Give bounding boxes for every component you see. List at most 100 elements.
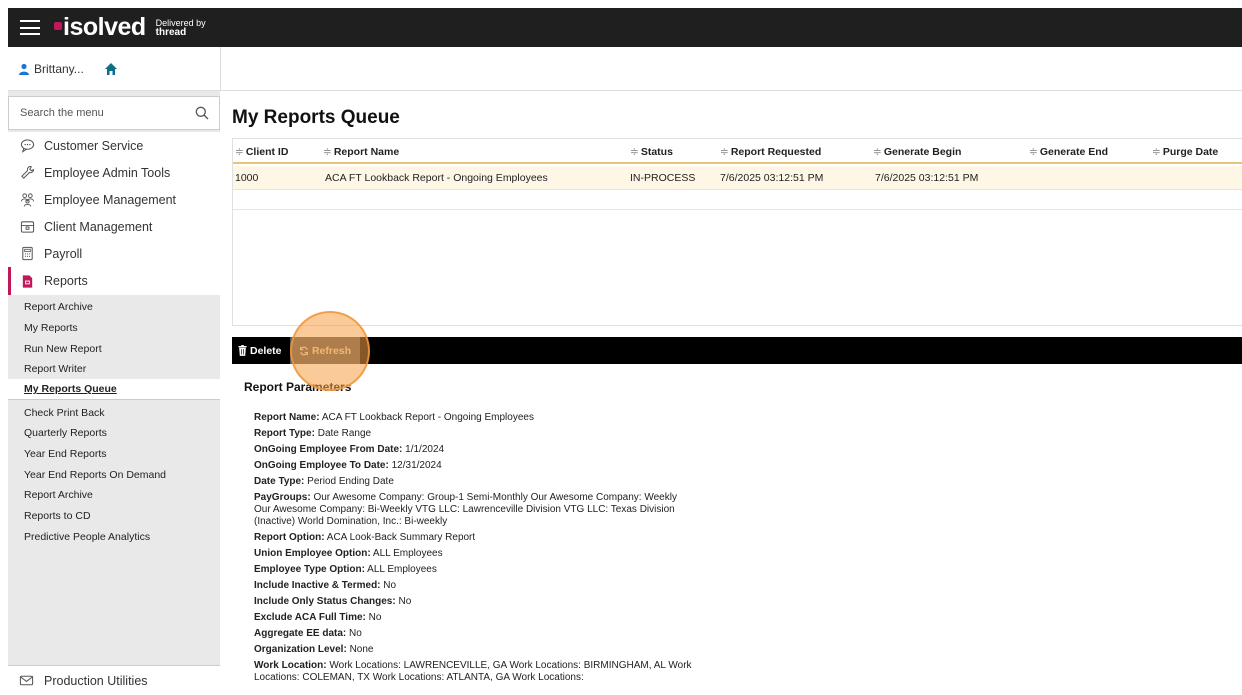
isolved-logo[interactable]: isolved <box>54 13 146 42</box>
parameter-label: Exclude ACA Full Time: <box>254 612 366 623</box>
parameter-value: Our Awesome Company: Group-1 Semi-Monthl… <box>254 492 677 527</box>
parameter-row: Report Type: Date Range <box>254 428 694 440</box>
delete-button[interactable]: Delete <box>238 337 282 364</box>
delivered-by-label: Delivered by <box>155 17 206 28</box>
user-icon <box>19 63 29 75</box>
cell-report-requested: 7/6/2025 03:12:51 PM <box>720 172 824 184</box>
parameter-value: ACA FT Lookback Report - Ongoing Employe… <box>321 412 534 423</box>
hamburger-menu-icon[interactable] <box>20 20 40 35</box>
parameter-label: Work Location: <box>254 660 327 671</box>
page-title: My Reports Queue <box>232 107 400 128</box>
parameter-value: No <box>383 580 397 591</box>
parameter-label: Include Only Status Changes: <box>254 596 396 607</box>
envelope-icon <box>19 673 35 689</box>
parameter-label: OnGoing Employee From Date: <box>254 444 403 455</box>
trash-icon <box>238 345 247 356</box>
home-icon[interactable] <box>104 62 118 76</box>
parameter-label: Union Employee Option: <box>254 548 371 559</box>
sidebar-item-employee-admin-tools[interactable]: Employee Admin Tools <box>8 159 220 186</box>
parameter-label: Include Inactive & Termed: <box>254 580 381 591</box>
parameter-row: OnGoing Employee To Date: 12/31/2024 <box>254 460 694 472</box>
logo-mark-icon <box>54 21 62 30</box>
sidebar: Search the menu Customer Service Employe… <box>8 91 220 695</box>
parameter-label: Organization Level: <box>254 644 347 655</box>
user-name[interactable]: Brittany... <box>34 62 84 76</box>
parameter-value: No <box>398 596 412 607</box>
search-icon[interactable] <box>195 106 209 120</box>
sort-icon: ≑ <box>873 146 882 158</box>
sort-icon: ≑ <box>1152 146 1161 158</box>
sort-icon: ≑ <box>1029 146 1038 158</box>
column-header-status[interactable]: ≑ Status <box>630 146 673 158</box>
sidebar-item-label: Client Management <box>44 219 153 234</box>
parameter-value: 1/1/2024 <box>405 444 445 455</box>
submenu-item-check-print-back[interactable]: Check Print Back <box>8 402 220 423</box>
sort-icon: ≑ <box>720 146 729 158</box>
delete-label: Delete <box>250 344 282 357</box>
parameter-value: None <box>349 644 374 655</box>
column-header-generate-end[interactable]: ≑ Generate End <box>1029 146 1108 158</box>
column-header-purge-date[interactable]: ≑ Purge Date <box>1152 146 1218 158</box>
sidebar-item-label: Customer Service <box>44 138 144 153</box>
sort-icon: ≑ <box>235 146 244 158</box>
parameter-value: Period Ending Date <box>307 476 394 487</box>
sidebar-item-label: Employee Management <box>44 192 177 207</box>
parameter-row: PayGroups: Our Awesome Company: Group-1 … <box>254 492 694 528</box>
submenu-item-predictive-people-analytics[interactable]: Predictive People Analytics <box>8 526 220 547</box>
sidebar-item-payroll[interactable]: Payroll <box>8 240 220 267</box>
column-header-generate-begin[interactable]: ≑ Generate Begin <box>873 146 961 158</box>
sidebar-item-employee-management[interactable]: Employee Management <box>8 186 220 213</box>
submenu-item-report-archive-2[interactable]: Report Archive <box>8 484 220 505</box>
submenu-item-year-end-reports[interactable]: Year End Reports <box>8 443 220 464</box>
submenu-item-reports-to-cd[interactable]: Reports to CD <box>8 505 220 526</box>
submenu-item-run-new-report[interactable]: Run New Report <box>8 338 220 359</box>
sidebar-item-label: Production Utilities <box>44 673 148 688</box>
submenu-item-my-reports-queue[interactable]: My Reports Queue <box>8 379 220 400</box>
parameter-row: Organization Level: None <box>254 644 694 656</box>
refresh-button[interactable]: Refresh <box>290 337 360 364</box>
cell-report-name: ACA FT Lookback Report - Ongoing Employe… <box>325 172 548 184</box>
table-row[interactable]: 1000 ACA FT Lookback Report - Ongoing Em… <box>233 166 1242 190</box>
parameter-value: No <box>349 628 362 639</box>
sidebar-item-client-management[interactable]: Client Management <box>8 213 220 240</box>
parameter-row: Report Option: ACA Look-Back Summary Rep… <box>254 532 694 544</box>
submenu-item-quarterly-reports[interactable]: Quarterly Reports <box>8 422 220 443</box>
calculator-icon <box>19 246 35 262</box>
header-area <box>220 47 1242 91</box>
sidebar-item-customer-service[interactable]: Customer Service <box>8 132 220 159</box>
cell-client-id: 1000 <box>235 172 259 184</box>
delivered-by: Delivered by thread <box>156 18 206 38</box>
parameter-row: Employee Type Option: ALL Employees <box>254 564 694 576</box>
submenu-item-my-reports[interactable]: My Reports <box>8 317 220 338</box>
search-input[interactable]: Search the menu <box>8 96 220 130</box>
report-parameters: Report Parameters Report Name: ACA FT Lo… <box>244 380 744 683</box>
sort-icon: ≑ <box>630 146 639 158</box>
table-row-empty <box>233 190 1242 210</box>
submenu-item-report-archive[interactable]: Report Archive <box>8 296 220 317</box>
report-icon <box>19 273 35 289</box>
parameter-row: Union Employee Option: ALL Employees <box>254 548 694 560</box>
sidebar-item-reports[interactable]: Reports <box>8 267 220 295</box>
column-header-client-id[interactable]: ≑ Client ID <box>235 146 288 158</box>
submenu-item-year-end-reports-on-demand[interactable]: Year End Reports On Demand <box>8 464 220 485</box>
parameter-row: Aggregate EE data: No <box>254 628 694 640</box>
main-content: My Reports Queue ≑ Client ID ≑ Report Name… <box>220 91 1242 695</box>
parameter-value: ALL Employees <box>372 548 443 559</box>
top-bar: isolved Delivered by thread <box>8 8 1242 47</box>
parameter-row: Exclude ACA Full Time: No <box>254 612 694 624</box>
submenu-item-report-writer[interactable]: Report Writer <box>8 358 220 379</box>
parameter-value: ACA Look-Back Summary Report <box>326 532 476 543</box>
table-header: ≑ Client ID ≑ Report Name ≑ Status ≑ Report … <box>233 139 1242 164</box>
sidebar-item-production-utilities[interactable]: Production Utilities <box>8 665 220 695</box>
sidebar-item-label: Employee Admin Tools <box>44 165 171 180</box>
sidebar-item-label: Payroll <box>44 246 83 261</box>
refresh-label: Refresh <box>311 344 352 357</box>
wrench-icon <box>19 165 35 181</box>
refresh-icon <box>300 346 308 355</box>
column-header-report-requested[interactable]: ≑ Report Requested <box>720 146 821 158</box>
parameter-label: Date Type: <box>254 476 305 487</box>
cell-generate-begin: 7/6/2025 03:12:51 PM <box>875 172 979 184</box>
parameter-row: Work Location: Work Locations: LAWRENCEV… <box>254 660 694 684</box>
column-header-report-name[interactable]: ≑ Report Name <box>323 146 399 158</box>
chat-icon <box>19 138 35 154</box>
